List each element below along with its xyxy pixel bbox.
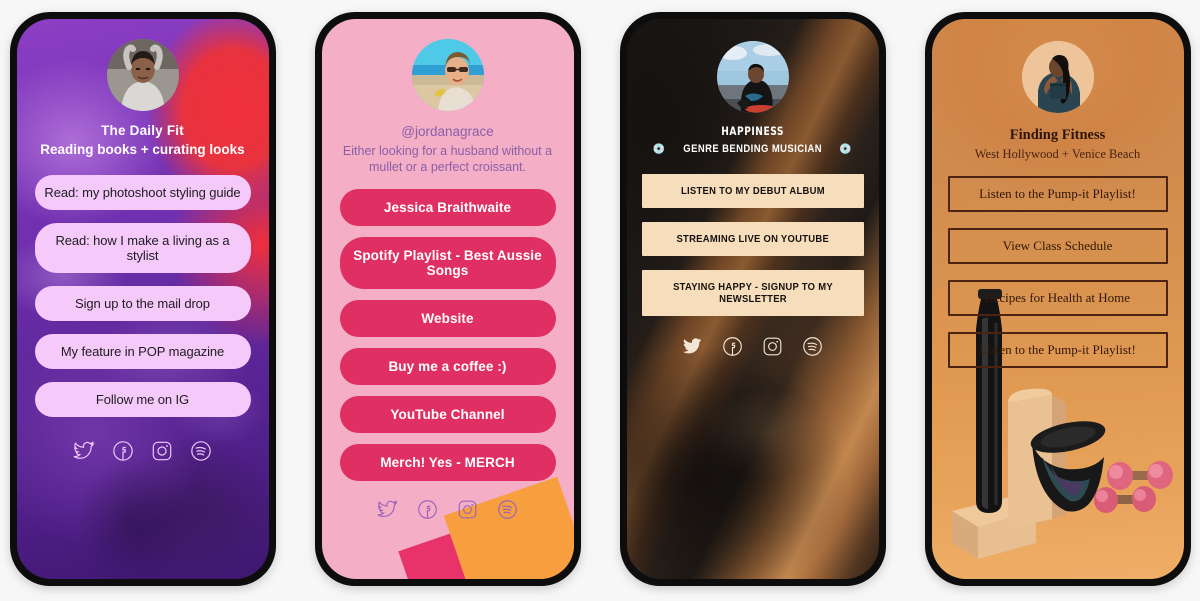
instagram-icon[interactable] xyxy=(762,336,783,357)
phone-mockup-row: The Daily Fit Reading books + curating l… xyxy=(0,0,1200,601)
link-button[interactable]: My feature in POP magazine xyxy=(34,334,251,370)
phone-screen: HAPPINESS 💿 GENRE BENDING MUSICIAN 💿 LIS… xyxy=(626,19,879,579)
twitter-icon[interactable] xyxy=(682,336,703,357)
disc-emoji-right: 💿 xyxy=(839,143,853,155)
facebook-icon[interactable] xyxy=(722,336,743,357)
phone-jordanagrace: @jordanagrace Either looking for a husba… xyxy=(314,12,581,586)
link-button[interactable]: Buy me a coffee :) xyxy=(339,348,556,386)
spotify-icon[interactable] xyxy=(802,336,823,357)
link-button-label: STREAMING LIVE ON YOUTUBE xyxy=(676,232,829,245)
link-list: Listen to the Pump-it Playlist! View Cla… xyxy=(946,176,1170,369)
facebook-icon[interactable] xyxy=(417,499,438,520)
link-button[interactable]: STREAMING LIVE ON YOUTUBE xyxy=(641,221,864,256)
link-list: LISTEN TO MY DEBUT ALBUM STREAMING LIVE … xyxy=(641,173,865,316)
spotify-icon[interactable] xyxy=(497,499,518,520)
instagram-icon[interactable] xyxy=(457,499,478,520)
phone-finding-fitness: Finding Fitness West Hollywood + Venice … xyxy=(924,12,1191,586)
social-links xyxy=(377,499,518,520)
link-button[interactable]: Follow me on IG xyxy=(34,382,251,418)
facebook-icon[interactable] xyxy=(112,440,134,462)
avatar xyxy=(106,39,179,111)
link-button[interactable]: Website xyxy=(339,300,556,338)
link-button[interactable]: Recipes for Health at Home xyxy=(947,280,1168,317)
profile-handle: @jordanagrace xyxy=(401,124,494,139)
link-list: Jessica Braithwaite Spotify Playlist - B… xyxy=(336,189,560,482)
link-list: Read: my photoshoot styling guide Read: … xyxy=(31,175,255,418)
avatar xyxy=(411,39,484,111)
profile-bio: Either looking for a husband without a m… xyxy=(342,143,553,175)
link-button-label: STAYING HAPPY - SIGNUP TO MY NEWSLETTER xyxy=(672,280,833,305)
phone-happiness: HAPPINESS 💿 GENRE BENDING MUSICIAN 💿 LIS… xyxy=(619,12,886,586)
link-button[interactable]: Spotify Playlist - Best Aussie Songs xyxy=(339,237,556,290)
instagram-icon[interactable] xyxy=(151,440,173,462)
link-button[interactable]: Read: how I make a living as a stylist xyxy=(34,223,251,274)
social-links xyxy=(682,336,823,357)
profile-bio: 💿 GENRE BENDING MUSICIAN 💿 xyxy=(653,142,852,156)
avatar xyxy=(716,41,789,113)
phone-screen: The Daily Fit Reading books + curating l… xyxy=(16,19,269,579)
phone-screen: Finding Fitness West Hollywood + Venice … xyxy=(931,19,1184,579)
profile-bio-text: GENRE BENDING MUSICIAN xyxy=(683,143,822,156)
profile-handle: HAPPINESS xyxy=(721,124,784,138)
link-button[interactable]: Read: my photoshoot styling guide xyxy=(34,175,251,211)
social-links xyxy=(73,440,212,462)
link-button[interactable]: Merch! Yes - MERCH xyxy=(339,444,556,482)
disc-emoji-left: 💿 xyxy=(652,143,666,155)
link-button[interactable]: Listen to the Pump-it Playlist! xyxy=(947,332,1168,369)
link-button[interactable]: YouTube Channel xyxy=(339,396,556,434)
profile-handle: Finding Fitness xyxy=(1009,127,1106,143)
avatar xyxy=(1021,41,1094,113)
phone-screen: @jordanagrace Either looking for a husba… xyxy=(321,19,574,579)
twitter-icon[interactable] xyxy=(377,499,398,520)
twitter-icon[interactable] xyxy=(73,440,95,462)
link-button[interactable]: View Class Schedule xyxy=(947,228,1168,265)
link-button[interactable]: Jessica Braithwaite xyxy=(339,189,556,227)
profile-bio: West Hollywood + Venice Beach xyxy=(974,147,1141,162)
profile-handle: The Daily Fit xyxy=(101,123,184,138)
link-button[interactable]: STAYING HAPPY - SIGNUP TO MY NEWSLETTER xyxy=(641,269,864,316)
link-button[interactable]: Listen to the Pump-it Playlist! xyxy=(947,176,1168,213)
link-button-label: LISTEN TO MY DEBUT ALBUM xyxy=(680,184,825,197)
profile-bio: Reading books + curating looks xyxy=(40,141,245,157)
link-button[interactable]: Sign up to the mail drop xyxy=(34,286,251,322)
link-button[interactable]: LISTEN TO MY DEBUT ALBUM xyxy=(641,173,864,208)
spotify-icon[interactable] xyxy=(190,440,212,462)
phone-daily-fit: The Daily Fit Reading books + curating l… xyxy=(9,12,276,586)
